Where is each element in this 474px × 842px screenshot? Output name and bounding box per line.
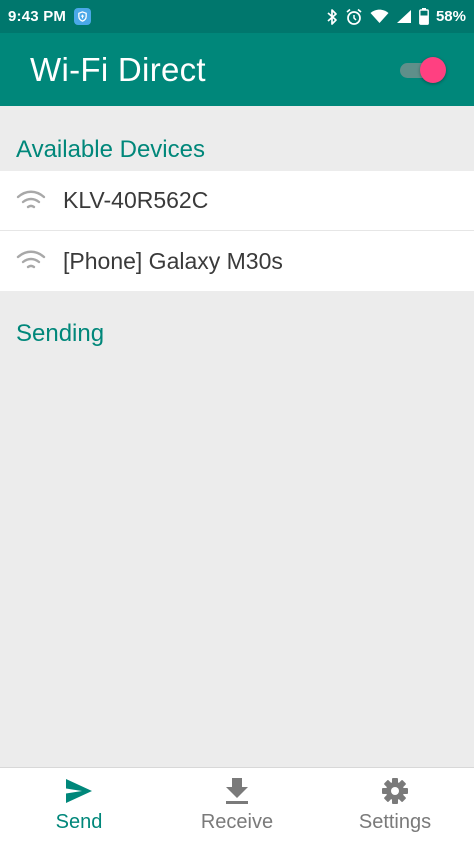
nav-receive[interactable]: Receive bbox=[158, 768, 316, 842]
device-name: KLV-40R562C bbox=[63, 187, 209, 213]
nav-label: Send bbox=[55, 811, 103, 833]
nav-label: Receive bbox=[200, 811, 274, 833]
bluetooth-icon bbox=[327, 8, 337, 25]
cellular-icon bbox=[396, 10, 411, 23]
device-list: KLV-40R562C [Phone] Galaxy M30s bbox=[0, 171, 474, 291]
nav-send[interactable]: Send bbox=[0, 768, 158, 842]
wifi-direct-toggle[interactable] bbox=[400, 56, 446, 84]
nav-label: Settings bbox=[358, 811, 432, 833]
device-item[interactable]: KLV-40R562C bbox=[0, 171, 474, 231]
status-time: 9:43 PM bbox=[8, 8, 67, 25]
battery-icon bbox=[419, 8, 429, 25]
alarm-icon bbox=[346, 8, 362, 25]
send-icon bbox=[66, 779, 92, 803]
page-title: Wi-Fi Direct bbox=[30, 50, 206, 88]
nav-settings[interactable]: Settings bbox=[316, 768, 474, 842]
bottom-nav: Send Receive Settings bbox=[0, 767, 474, 842]
battery-percent: 58% bbox=[435, 8, 466, 25]
app-bar: Wi-Fi Direct bbox=[0, 33, 474, 106]
status-bar: 9:43 PM 58% bbox=[0, 0, 474, 33]
available-devices-header: Available Devices bbox=[16, 136, 205, 163]
wifi-icon bbox=[16, 250, 46, 269]
wifi-icon bbox=[370, 9, 389, 23]
toggle-thumb bbox=[420, 56, 446, 83]
wifi-icon bbox=[16, 190, 46, 208]
download-icon bbox=[226, 778, 248, 804]
device-item[interactable]: [Phone] Galaxy M30s bbox=[0, 231, 474, 291]
sending-header: Sending bbox=[16, 320, 105, 347]
status-icons: 58% bbox=[326, 8, 466, 26]
shield-icon bbox=[74, 8, 92, 25]
device-name: [Phone] Galaxy M30s bbox=[63, 247, 283, 274]
gear-icon bbox=[382, 778, 408, 804]
